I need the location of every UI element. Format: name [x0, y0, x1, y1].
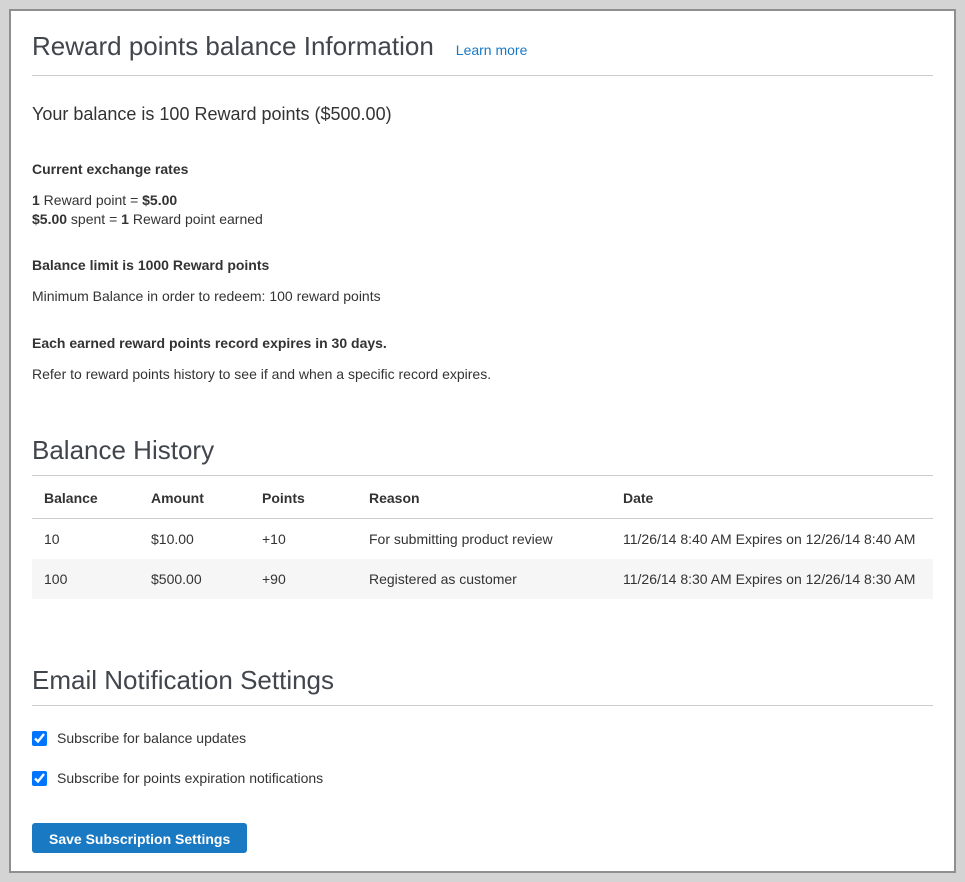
exchange-rates: 1 Reward point = $5.00 $5.00 spent = 1 R… [32, 191, 933, 229]
page-content: Reward points balance Information Learn … [11, 11, 954, 853]
subscribe-expiration-row: Subscribe for points expiration notifica… [32, 770, 933, 786]
column-header-amount: Amount [139, 477, 250, 519]
page-frame: Reward points balance Information Learn … [9, 9, 956, 873]
rate2-suffix: Reward point earned [129, 211, 263, 227]
subscribe-balance-updates-row: Subscribe for balance updates [32, 730, 933, 746]
cell-points: +90 [250, 559, 357, 599]
cell-reason: Registered as customer [357, 559, 611, 599]
exchange-rate-line-2: $5.00 spent = 1 Reward point earned [32, 210, 933, 229]
cell-reason: For submitting product review [357, 519, 611, 560]
rate1-points: 1 [32, 192, 40, 208]
header-divider [32, 75, 933, 76]
column-header-balance: Balance [32, 477, 139, 519]
learn-more-link[interactable]: Learn more [456, 42, 528, 58]
email-settings-heading: Email Notification Settings [32, 665, 933, 695]
balance-history-divider [32, 475, 933, 476]
cell-balance: 10 [32, 519, 139, 560]
column-header-date: Date [611, 477, 933, 519]
rate2-points: 1 [121, 211, 129, 227]
exchange-rate-line-1: 1 Reward point = $5.00 [32, 191, 933, 210]
table-header-row: Balance Amount Points Reason Date [32, 477, 933, 519]
table-row: 10 $10.00 +10 For submitting product rev… [32, 519, 933, 560]
rate1-amount: $5.00 [142, 192, 177, 208]
expiry-heading: Each earned reward points record expires… [32, 335, 933, 351]
subscribe-balance-updates-label[interactable]: Subscribe for balance updates [57, 730, 246, 746]
column-header-points: Points [250, 477, 357, 519]
cell-points: +10 [250, 519, 357, 560]
cell-date: 11/26/14 8:40 AM Expires on 12/26/14 8:4… [611, 519, 933, 560]
subscribe-balance-updates-checkbox[interactable] [32, 731, 47, 746]
balance-history-heading: Balance History [32, 435, 933, 465]
subscribe-expiration-checkbox[interactable] [32, 771, 47, 786]
subscribe-expiration-label[interactable]: Subscribe for points expiration notifica… [57, 770, 323, 786]
cell-balance: 100 [32, 559, 139, 599]
cell-amount: $500.00 [139, 559, 250, 599]
balance-limit-heading: Balance limit is 1000 Reward points [32, 257, 933, 273]
balance-summary: Your balance is 100 Reward points ($500.… [32, 103, 933, 125]
rate1-text: Reward point = [40, 192, 142, 208]
page-title: Reward points balance Information [32, 31, 434, 61]
balance-history-table: Balance Amount Points Reason Date 10 $10… [32, 477, 933, 599]
exchange-rates-heading: Current exchange rates [32, 161, 933, 177]
cell-date: 11/26/14 8:30 AM Expires on 12/26/14 8:3… [611, 559, 933, 599]
email-settings-divider [32, 705, 933, 706]
expiry-note: Refer to reward points history to see if… [32, 366, 933, 382]
table-row: 100 $500.00 +90 Registered as customer 1… [32, 559, 933, 599]
column-header-reason: Reason [357, 477, 611, 519]
rate2-amount: $5.00 [32, 211, 67, 227]
cell-amount: $10.00 [139, 519, 250, 560]
save-subscription-settings-button[interactable]: Save Subscription Settings [32, 823, 247, 853]
rate2-text: spent = [67, 211, 121, 227]
minimum-balance-line: Minimum Balance in order to redeem: 100 … [32, 288, 933, 304]
page-header: Reward points balance Information Learn … [32, 31, 933, 61]
